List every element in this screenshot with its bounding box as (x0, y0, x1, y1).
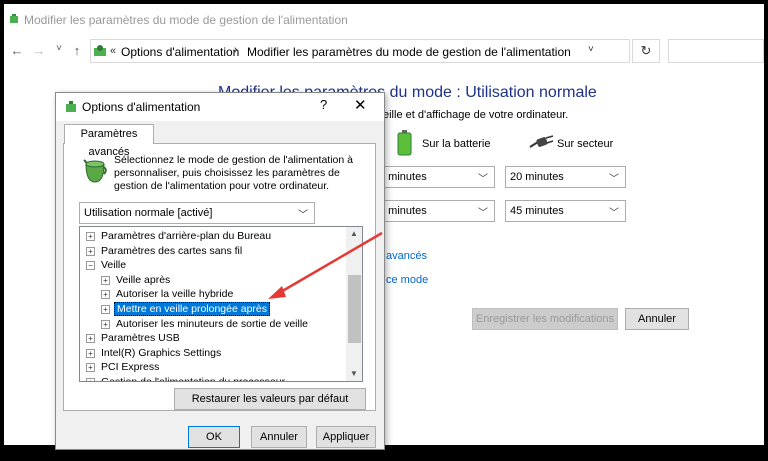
dialog-description: Sélectionnez le mode de gestion de l'ali… (114, 154, 353, 192)
refresh-button[interactable]: ↻ (632, 39, 660, 63)
search-input[interactable] (668, 39, 764, 63)
chevron-down-icon: ﹀ (478, 208, 488, 219)
breadcrumb-edit-plan[interactable]: Modifier les paramètres du mode de gesti… (247, 45, 571, 59)
sleep-display-plugged-select[interactable]: 20 minutes ﹀ (505, 166, 626, 188)
breadcrumb-power-options[interactable]: Options d'alimentation (121, 45, 239, 59)
page-subtitle: eille et d'affichage de votre ordinateur… (383, 109, 569, 121)
collapse-icon[interactable]: − (86, 261, 95, 271)
chevron-down-icon: ﹀ (478, 174, 488, 185)
close-icon[interactable]: ✕ (354, 96, 368, 114)
save-changes-button[interactable]: Enregistrer les modifications (472, 308, 618, 330)
plug-icon (529, 135, 554, 148)
forward-button[interactable]: → (32, 43, 46, 58)
sleep-computer-battery-select[interactable]: 5 minutes ﹀ (374, 200, 495, 222)
chevron-down-icon: ﹀ (298, 210, 308, 221)
plugged-column-label: Sur secteur (557, 138, 614, 150)
expand-icon[interactable]: + (86, 378, 95, 381)
tab-panel: Sélectionnez le mode de gestion de l'ali… (63, 143, 376, 411)
address-dropdown-icon[interactable]: ˅ (588, 44, 594, 55)
expand-icon[interactable]: + (86, 246, 95, 256)
scroll-thumb[interactable] (348, 275, 361, 343)
select-value: 20 minutes (510, 171, 564, 183)
battery-column-label: Sur la batterie (422, 138, 491, 150)
expand-icon[interactable]: + (101, 275, 110, 285)
tree-item-label: Veille après (116, 273, 171, 286)
apply-button[interactable]: Appliquer (316, 426, 376, 448)
tree-item-label: Intel(R) Graphics Settings (101, 346, 222, 359)
select-value: 5 minutes (379, 205, 427, 217)
scroll-down-icon[interactable]: ▼ (350, 369, 358, 378)
power-options-icon (10, 14, 18, 23)
tree-item-label: Mettre en veille prolongée après (114, 302, 271, 316)
tree-item-label: Autoriser les minuteurs de sortie de vei… (116, 317, 309, 330)
tree-item[interactable]: + PCI Express (86, 361, 161, 375)
expand-icon[interactable]: + (86, 363, 95, 373)
power-plan-select[interactable]: Utilisation normale [activé] ﹀ (79, 202, 315, 224)
chevron-down-icon: ﹀ (609, 174, 619, 185)
tab-advanced-settings[interactable]: Paramètres avancés (64, 124, 154, 158)
recent-locations-button[interactable]: ˅ (52, 43, 66, 54)
tree-item[interactable]: − Veille (86, 259, 128, 273)
breadcrumb-chevron[interactable]: « (110, 45, 116, 57)
tree-item-label: Veille (101, 259, 127, 272)
battery-icon (397, 130, 412, 156)
tree-item[interactable]: + Gestion de l'alimentation du processeur (86, 376, 287, 382)
tree-scrollbar[interactable]: ▲ ▼ (346, 227, 362, 381)
select-value: Utilisation normale [activé] (84, 207, 213, 219)
expand-icon[interactable]: + (86, 334, 95, 344)
tree-item[interactable]: + Paramètres d'arrière-plan du Bureau (86, 230, 273, 244)
tree-item-label: Gestion de l'alimentation du processeur (101, 376, 286, 382)
tree-item[interactable]: + Paramètres des cartes sans fil (86, 245, 244, 259)
tree-item-label: Autoriser la veille hybride (116, 288, 234, 301)
tree-item-label: PCI Express (101, 361, 160, 374)
window-title: Modifier les paramètres du mode de gesti… (24, 13, 348, 27)
dialog-title: Options d'alimentation (82, 100, 201, 114)
advanced-settings-link[interactable]: avancés (386, 250, 427, 262)
tree-item[interactable]: + Mettre en veille prolongée après (101, 302, 271, 317)
expand-icon[interactable]: + (101, 319, 110, 329)
power-options-icon (66, 101, 76, 112)
tree-item[interactable]: + Intel(R) Graphics Settings (86, 347, 223, 361)
restore-defaults-button[interactable]: Restaurer les valeurs par défaut (174, 388, 366, 410)
power-options-dialog: Options d'alimentation ? ✕ Paramètres av… (55, 92, 385, 450)
dialog-cancel-button[interactable]: Annuler (251, 426, 307, 448)
select-value: 45 minutes (510, 205, 564, 217)
expand-icon[interactable]: + (101, 290, 110, 300)
tree-item-label: Paramètres des cartes sans fil (101, 244, 243, 257)
address-bar[interactable]: « Options d'alimentation › Modifier les … (90, 39, 630, 63)
scroll-up-icon[interactable]: ▲ (350, 229, 358, 238)
expand-icon[interactable]: + (86, 232, 95, 241)
breadcrumb-separator[interactable]: › (234, 44, 238, 56)
tree-item[interactable]: + Paramètres USB (86, 332, 182, 346)
tree-item[interactable]: + Veille après (101, 274, 172, 288)
tree-item-label: Paramètres d'arrière-plan du Bureau (101, 230, 272, 242)
address-row: ← → ˅ ↑ « Options d'alimentation › Modif… (4, 36, 764, 66)
ok-button[interactable]: OK (188, 426, 240, 448)
expand-icon[interactable]: + (101, 305, 110, 314)
tree-item[interactable]: + Autoriser la veille hybride (101, 288, 235, 302)
expand-icon[interactable]: + (86, 348, 95, 358)
restore-plan-link[interactable]: ce mode (386, 274, 428, 286)
cancel-button[interactable]: Annuler (625, 308, 689, 330)
sleep-computer-plugged-select[interactable]: 45 minutes ﹀ (505, 200, 626, 222)
up-button[interactable]: ↑ (70, 43, 84, 58)
tree-item-label: Paramètres USB (101, 332, 180, 345)
back-button[interactable]: ← (10, 43, 24, 58)
chevron-down-icon: ﹀ (609, 208, 619, 219)
select-value: 5 minutes (379, 171, 427, 183)
control-panel-icon (94, 45, 106, 56)
dialog-title-bar: Options d'alimentation ? ✕ (56, 93, 384, 121)
settings-tree[interactable]: + Paramètres d'arrière-plan du Bureau + Par… (79, 226, 363, 382)
title-bar: Modifier les paramètres du mode de gesti… (4, 4, 764, 34)
help-button[interactable]: ? (320, 97, 334, 112)
tree-item[interactable]: + Autoriser les minuteurs de sortie de ve… (101, 318, 310, 332)
sleep-display-battery-select[interactable]: 5 minutes ﹀ (374, 166, 495, 188)
